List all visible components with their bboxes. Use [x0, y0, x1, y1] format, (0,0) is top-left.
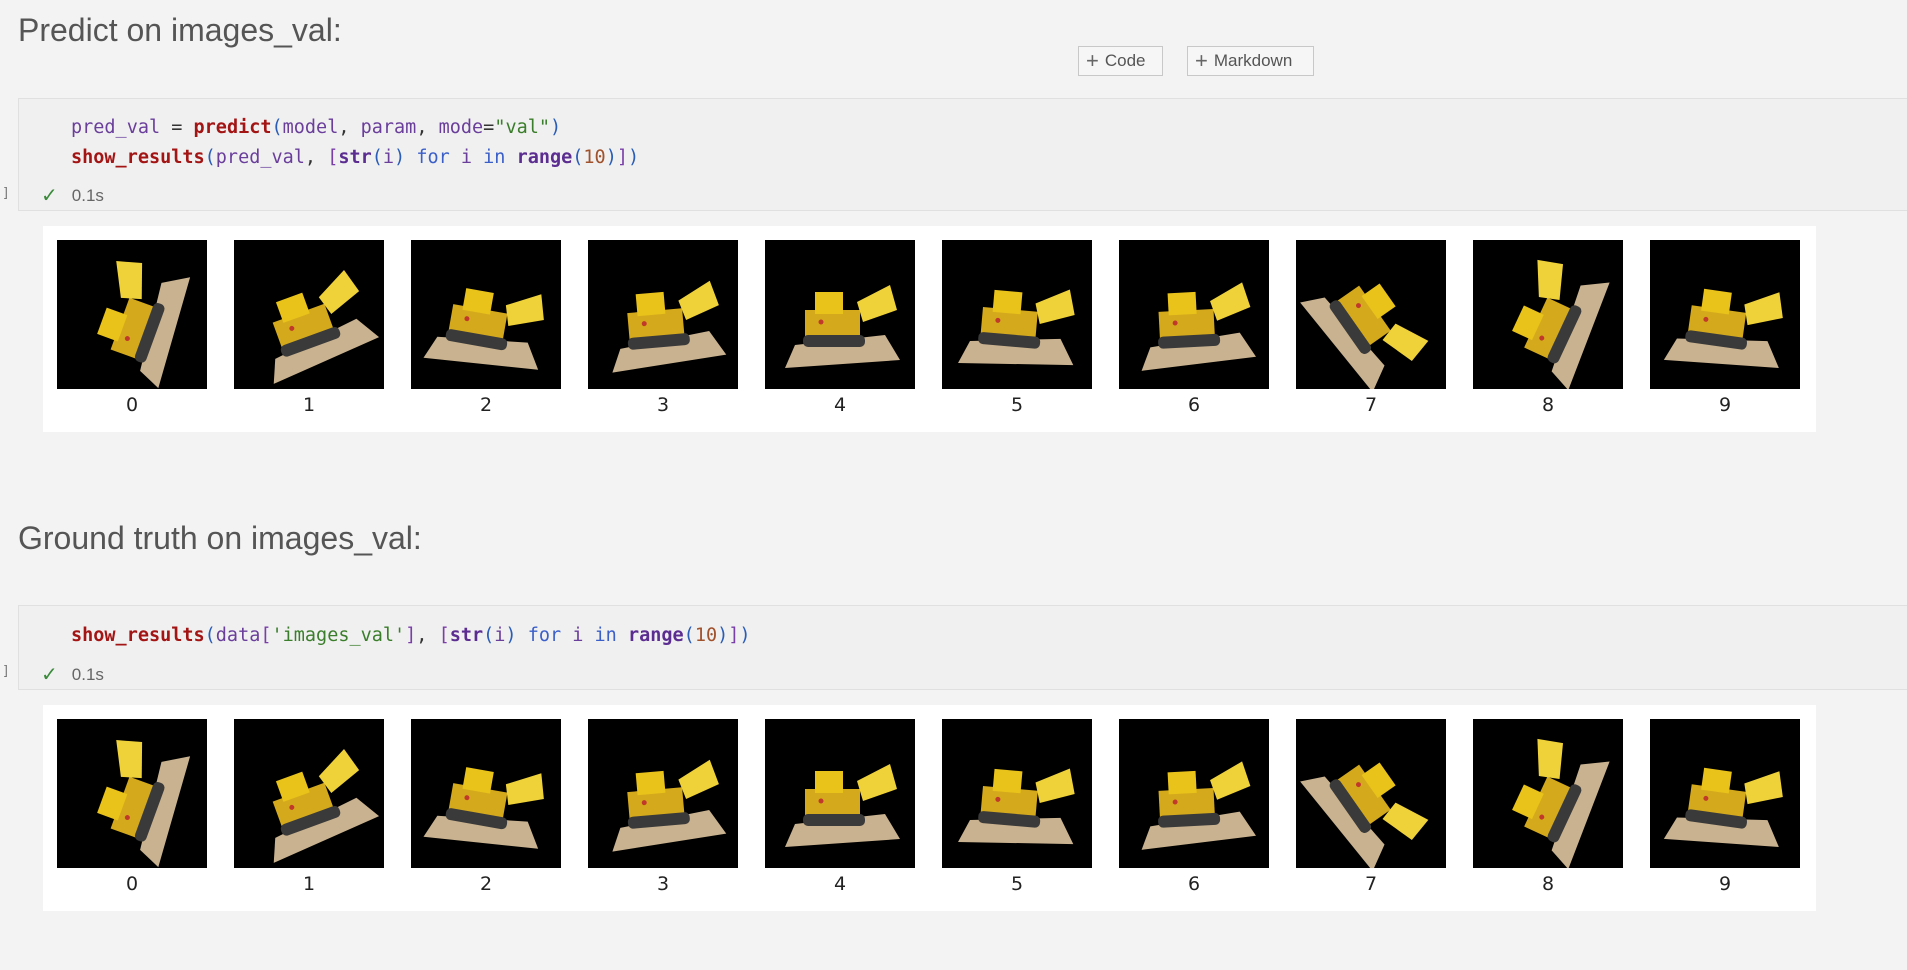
result-thumbnail [234, 719, 384, 868]
output-images-predict: 0 1 2 3 4 5 6 7 8 9 [43, 226, 1816, 432]
code-line[interactable]: show_results(data['images_val'], [str(i)… [71, 625, 751, 646]
thumbnail-label: 6 [1187, 394, 1201, 416]
thumbnail-label: 9 [1718, 394, 1732, 416]
lego-bulldozer-image [1300, 283, 1429, 389]
result-thumbnail [57, 240, 207, 389]
thumbnail-label: 1 [302, 394, 316, 416]
add-markdown-label: Markdown [1213, 51, 1293, 70]
thumbnail-label: 9 [1718, 873, 1732, 895]
result-thumbnail [1296, 240, 1446, 389]
lego-bulldozer-image [958, 768, 1075, 845]
lego-bulldozer-image [1512, 259, 1610, 389]
execution-status: ✓ 0.1s [41, 183, 104, 208]
code-line[interactable]: show_results(pred_val, [str(i) for i in … [71, 147, 639, 168]
output-images-ground-truth: 0 1 2 3 4 5 6 7 8 9 [43, 705, 1816, 911]
lego-bulldozer-image [1141, 761, 1257, 850]
result-thumbnail [942, 240, 1092, 389]
result-thumbnail [588, 719, 738, 868]
result-thumbnail [765, 719, 915, 868]
result-thumbnail [234, 240, 384, 389]
checkmark-icon: ✓ [41, 185, 58, 207]
thumbnail-label: 7 [1364, 873, 1378, 895]
lego-bulldozer-image [423, 288, 544, 370]
execution-time: 0.1s [71, 185, 104, 205]
thumbnail-label: 6 [1187, 873, 1201, 895]
lego-bulldozer-image [1141, 282, 1257, 371]
result-thumbnail [1296, 719, 1446, 868]
thumbnail-label: 3 [656, 394, 670, 416]
result-thumbnail [1473, 240, 1623, 389]
lego-bulldozer-image [1512, 738, 1610, 868]
result-thumbnail [765, 240, 915, 389]
lego-bulldozer-image [785, 285, 900, 368]
add-markdown-cell-button[interactable]: + Markdown [1187, 46, 1314, 76]
thumbnail-label: 8 [1541, 873, 1555, 895]
checkmark-icon: ✓ [41, 664, 58, 686]
plus-icon: + [1086, 48, 1099, 73]
result-thumbnail [942, 719, 1092, 868]
thumbnail-label: 5 [1010, 873, 1024, 895]
code-line[interactable]: pred_val = predict(model, param, mode="v… [71, 117, 561, 138]
code-cell-predict[interactable]: pred_val = predict(model, param, mode="v… [18, 98, 1907, 211]
thumbnail-label: 2 [479, 394, 493, 416]
result-thumbnail [1650, 719, 1800, 868]
lego-bulldozer-image [1300, 762, 1429, 868]
result-thumbnail [1119, 719, 1269, 868]
result-thumbnail [1650, 240, 1800, 389]
lego-bulldozer-image [1663, 288, 1783, 368]
execution-time: 0.1s [71, 664, 104, 684]
code-cell-ground-truth[interactable]: show_results(data['images_val'], [str(i)… [18, 605, 1907, 690]
result-thumbnail [1473, 719, 1623, 868]
lego-bulldozer-image [423, 767, 544, 849]
add-code-label: Code [1104, 51, 1146, 70]
thumbnail-label: 4 [833, 873, 847, 895]
thumbnail-label: 8 [1541, 394, 1555, 416]
result-thumbnail [57, 719, 207, 868]
thumbnail-label: 7 [1364, 394, 1378, 416]
result-thumbnail [411, 719, 561, 868]
markdown-heading-ground-truth: Ground truth on images_val: [18, 520, 422, 556]
result-thumbnail [411, 240, 561, 389]
thumbnail-label: 5 [1010, 394, 1024, 416]
thumbnail-label: 1 [302, 873, 316, 895]
lego-bulldozer-image [97, 261, 191, 389]
thumbnail-label: 2 [479, 873, 493, 895]
thumbnail-label: 0 [125, 394, 139, 416]
thumbnail-label: 4 [833, 394, 847, 416]
lego-bulldozer-image [97, 740, 191, 868]
thumbnail-label: 3 [656, 873, 670, 895]
lego-bulldozer-image [612, 759, 727, 852]
result-thumbnail [588, 240, 738, 389]
lego-bulldozer-image [272, 270, 380, 384]
cell-gutter-bracket: ] [2, 664, 10, 679]
thumbnail-label: 0 [125, 873, 139, 895]
add-code-cell-button[interactable]: + Code [1078, 46, 1163, 76]
lego-bulldozer-image [958, 289, 1075, 366]
result-thumbnail [1119, 240, 1269, 389]
execution-status: ✓ 0.1s [41, 662, 104, 687]
lego-bulldozer-image [272, 749, 380, 863]
plus-icon: + [1195, 48, 1208, 73]
lego-bulldozer-image [612, 280, 727, 373]
lego-bulldozer-image [1663, 767, 1783, 847]
markdown-heading-predict: Predict on images_val: [18, 12, 342, 48]
cell-gutter-bracket: ] [2, 186, 10, 201]
lego-bulldozer-image [785, 764, 900, 847]
